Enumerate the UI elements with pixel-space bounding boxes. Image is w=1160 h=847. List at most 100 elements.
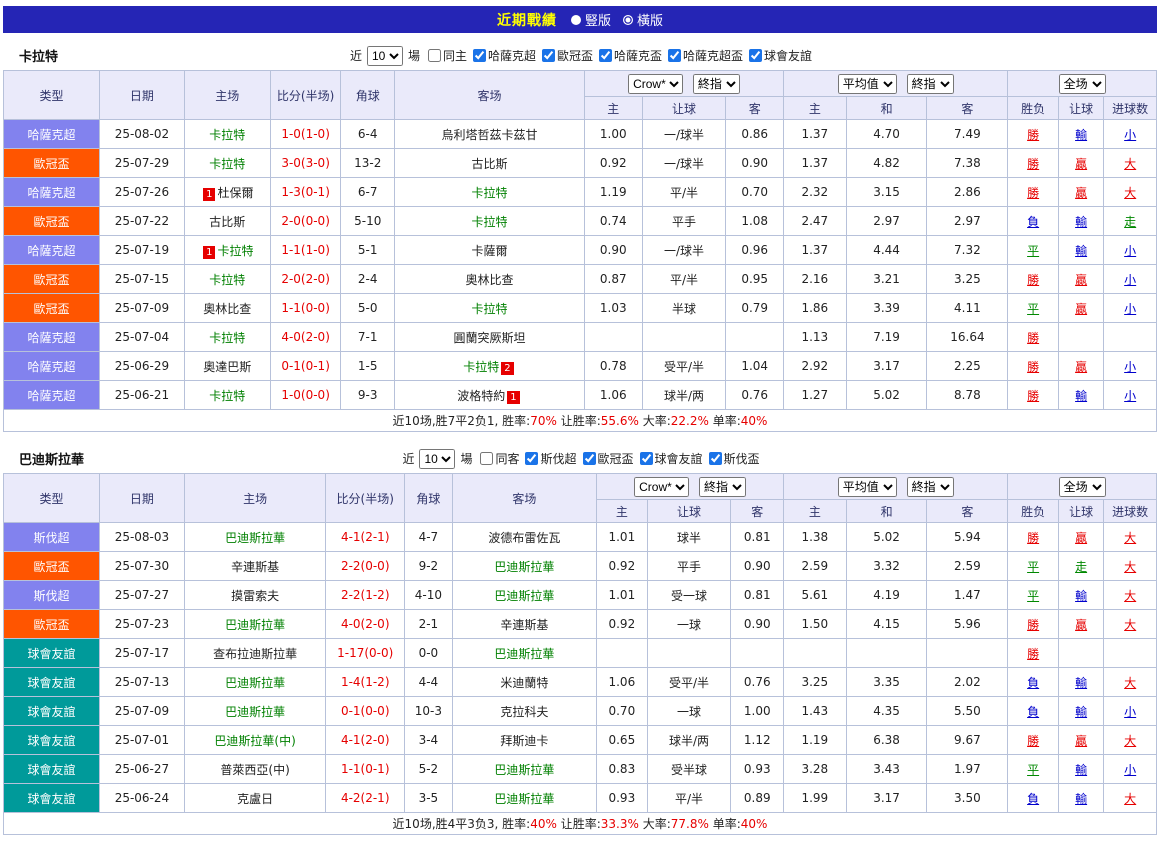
result-link[interactable]: 勝	[1027, 734, 1039, 748]
result-link[interactable]: 大	[1124, 676, 1136, 690]
result-link[interactable]: 贏	[1075, 360, 1087, 374]
venue-filter[interactable]: 同主	[428, 47, 467, 64]
league-filter[interactable]: 哈薩克超盃	[668, 47, 743, 64]
result-link[interactable]: 輸	[1075, 792, 1087, 806]
summary-text: 近10场,胜4平3负3, 胜率:40% 让胜率:33.3% 大率:77.8% 单…	[4, 813, 1157, 835]
result-cell	[1104, 639, 1157, 668]
league-filter-checkbox[interactable]	[668, 49, 681, 62]
result-link[interactable]: 小	[1124, 389, 1136, 403]
league-filter[interactable]: 歐冠盃	[583, 450, 634, 467]
avg-final-select[interactable]: 終指	[907, 477, 954, 497]
odds-company-select[interactable]: Crow*	[634, 477, 689, 497]
result-link[interactable]: 平	[1027, 763, 1039, 777]
result-link[interactable]: 輸	[1075, 589, 1087, 603]
result-link[interactable]: 小	[1124, 128, 1136, 142]
result-link[interactable]: 小	[1124, 244, 1136, 258]
result-link[interactable]: 輸	[1075, 389, 1087, 403]
result-link[interactable]: 負	[1027, 676, 1039, 690]
rounds-select[interactable]: 10	[419, 449, 455, 469]
league-filter-checkbox[interactable]	[599, 49, 612, 62]
odds-final-select[interactable]: 終指	[693, 74, 740, 94]
league-filter-checkbox[interactable]	[640, 452, 653, 465]
league-filter[interactable]: 斯伐盃	[709, 450, 760, 467]
result-link[interactable]: 負	[1027, 792, 1039, 806]
odds-cell: 一球	[647, 697, 731, 726]
venue-filter-checkbox[interactable]	[480, 452, 493, 465]
result-link[interactable]: 勝	[1027, 128, 1039, 142]
venue-filter[interactable]: 同客	[480, 450, 519, 467]
result-link[interactable]: 勝	[1027, 389, 1039, 403]
result-link[interactable]: 走	[1124, 215, 1136, 229]
result-link[interactable]: 小	[1124, 705, 1136, 719]
avg-odds-cell: 1.37	[784, 120, 847, 149]
team-name: 巴迪斯拉華	[225, 531, 285, 545]
result-link[interactable]: 平	[1027, 560, 1039, 574]
result-link[interactable]: 贏	[1075, 302, 1087, 316]
result-link[interactable]: 負	[1027, 215, 1039, 229]
venue-filter-checkbox[interactable]	[428, 49, 441, 62]
result-link[interactable]: 贏	[1075, 531, 1087, 545]
league-filter-checkbox[interactable]	[709, 452, 722, 465]
scope-select[interactable]: 全场	[1059, 74, 1106, 94]
result-link[interactable]: 勝	[1027, 273, 1039, 287]
result-link[interactable]: 小	[1124, 763, 1136, 777]
league-filter-checkbox[interactable]	[473, 49, 486, 62]
result-link[interactable]: 輸	[1075, 705, 1087, 719]
result-link[interactable]: 贏	[1075, 273, 1087, 287]
result-link[interactable]: 大	[1124, 186, 1136, 200]
avg-select[interactable]: 平均值	[838, 74, 897, 94]
layout-radio-horizontal[interactable]: 橫版	[623, 10, 663, 29]
league-filter[interactable]: 歐冠盃	[542, 47, 593, 64]
result-cell: 勝	[1008, 726, 1059, 755]
result-link[interactable]: 平	[1027, 302, 1039, 316]
corner-cell: 0-0	[405, 639, 452, 668]
result-link[interactable]: 大	[1124, 531, 1136, 545]
league-filter-checkbox[interactable]	[542, 49, 555, 62]
league-filter-checkbox[interactable]	[749, 49, 762, 62]
league-filter-checkbox[interactable]	[525, 452, 538, 465]
result-link[interactable]: 勝	[1027, 531, 1039, 545]
league-filter[interactable]: 斯伐超	[525, 450, 576, 467]
result-link[interactable]: 勝	[1027, 360, 1039, 374]
result-link[interactable]: 負	[1027, 705, 1039, 719]
result-link[interactable]: 勝	[1027, 618, 1039, 632]
result-link[interactable]: 走	[1075, 560, 1087, 574]
result-link[interactable]: 輸	[1075, 215, 1087, 229]
odds-final-select[interactable]: 終指	[699, 477, 746, 497]
result-link[interactable]: 大	[1124, 792, 1136, 806]
result-link[interactable]: 輸	[1075, 676, 1087, 690]
result-link[interactable]: 小	[1124, 302, 1136, 316]
result-link[interactable]: 平	[1027, 244, 1039, 258]
result-link[interactable]: 大	[1124, 734, 1136, 748]
result-link[interactable]: 小	[1124, 360, 1136, 374]
result-link[interactable]: 輸	[1075, 244, 1087, 258]
result-cell: 輸	[1058, 381, 1103, 410]
result-link[interactable]: 勝	[1027, 647, 1039, 661]
result-link[interactable]: 大	[1124, 157, 1136, 171]
result-link[interactable]: 大	[1124, 589, 1136, 603]
result-link[interactable]: 贏	[1075, 186, 1087, 200]
layout-radio-vertical[interactable]: 豎版	[571, 10, 611, 29]
rounds-select[interactable]: 10	[367, 46, 403, 66]
result-link[interactable]: 贏	[1075, 734, 1087, 748]
league-filter[interactable]: 球會友誼	[749, 47, 812, 64]
league-filter[interactable]: 球會友誼	[640, 450, 703, 467]
result-link[interactable]: 小	[1124, 273, 1136, 287]
result-link[interactable]: 大	[1124, 560, 1136, 574]
scope-select[interactable]: 全场	[1059, 477, 1106, 497]
avg-select[interactable]: 平均值	[838, 477, 897, 497]
result-link[interactable]: 贏	[1075, 157, 1087, 171]
avg-final-select[interactable]: 終指	[907, 74, 954, 94]
result-link[interactable]: 輸	[1075, 763, 1087, 777]
result-link[interactable]: 輸	[1075, 128, 1087, 142]
league-filter-checkbox[interactable]	[583, 452, 596, 465]
odds-company-select[interactable]: Crow*	[628, 74, 683, 94]
result-link[interactable]: 平	[1027, 589, 1039, 603]
result-link[interactable]: 大	[1124, 618, 1136, 632]
result-link[interactable]: 勝	[1027, 331, 1039, 345]
result-link[interactable]: 勝	[1027, 157, 1039, 171]
league-filter[interactable]: 哈薩克盃	[599, 47, 662, 64]
result-link[interactable]: 勝	[1027, 186, 1039, 200]
league-filter[interactable]: 哈薩克超	[473, 47, 536, 64]
result-link[interactable]: 贏	[1075, 618, 1087, 632]
